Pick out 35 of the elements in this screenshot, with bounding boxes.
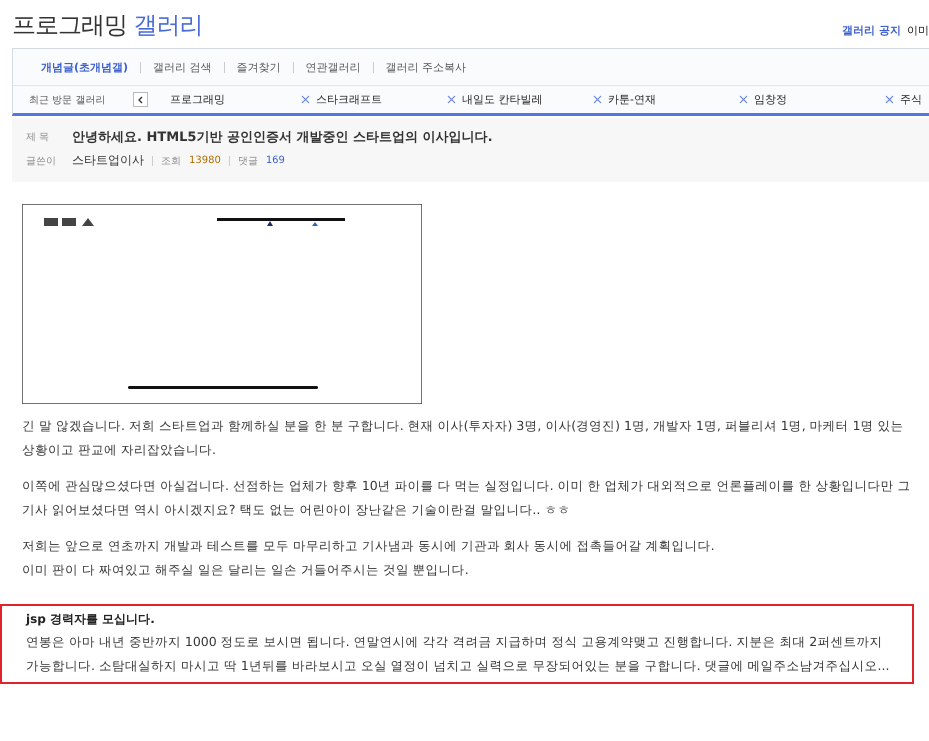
previous-button[interactable] (133, 92, 148, 107)
recent-gallery-link[interactable]: 내일도 칸타빌레 (462, 92, 542, 107)
field-label: 글쓴이 (26, 154, 57, 168)
close-icon[interactable] (885, 95, 894, 104)
highlight-heading: jsp 경력자를 모십니다. (26, 611, 156, 628)
close-icon[interactable] (739, 95, 748, 104)
recent-gallery-link[interactable]: 임창정 (754, 92, 787, 107)
close-icon[interactable] (593, 95, 602, 104)
close-icon[interactable] (447, 95, 456, 104)
recent-label: 최근 방문 갤러리 (29, 94, 106, 106)
nav-tab[interactable]: 갤러리 주소복사 (386, 60, 466, 74)
header-link[interactable]: 이미 (907, 23, 929, 38)
post-subject: 안녕하세요. HTML5기반 공인인증서 개발중인 스타트업의 이사입니다. (72, 129, 493, 146)
field-label: 댓글 (238, 154, 258, 168)
nav-tab[interactable]: 갤러리 검색 (153, 60, 212, 74)
recent-gallery-link[interactable]: 카툰-연재 (608, 92, 656, 107)
recent-gallery-link[interactable]: 스타크래프트 (316, 92, 382, 107)
field-label: 제 목 (26, 131, 50, 144)
recent-gallery-link[interactable]: 주식 (900, 92, 922, 107)
post-author: 스타트업이사 (72, 152, 144, 169)
field-label: 조회 (161, 154, 181, 168)
nav-tab[interactable]: 연관갤러리 (306, 60, 361, 74)
comment-count: 169 (266, 155, 285, 166)
highlight-text: 연봉은 아마 내년 중반까지 1000 정도로 보시면 됩니다. 연말연시에 각각 격려금 지급하며 정식 고용계약맺고 진행합니다. 지분은 최대 2퍼센트까지 가능합니다. 소탐대실하지 마시고 딱 1년뒤를 바라보시고 오실 열정이 넘치고 실력으로 무장되어있는 분을 구합니다. 댓글에 메일주소남겨주십시오... (26, 633, 890, 675)
nav-tab[interactable]: 개념글(초개념갤) (41, 60, 128, 74)
body-paragraph: 저희는 앞으로 연초까지 개발과 테스트를 모두 마무리하고 기사냄과 동시에 기관과 회사 동시에 접촉들어갈 계획입니다. 이미 판이 다 짜여있고 해주실 일은 달리는 일손 거들어주시는 것일 뿐입니다. (22, 537, 716, 579)
caret-icon (136, 96, 144, 104)
view-count: 13980 (189, 155, 221, 166)
nav-tab[interactable]: 즐겨찾기 (236, 60, 281, 74)
gallery-title: 프로그래밍 갤러리 (12, 10, 203, 40)
header-link[interactable]: 갤러리 공지 (842, 23, 901, 38)
body-paragraph: 이쪽에 관심많으셨다면 아실겁니다. 선점하는 업체가 향후 10년 파이를 다 먹는 실정입니다. 이미 한 업체가 대외적으로 언론플레이를 한 상황입니다만 그 기사 읽어보셨다면 역시 아시겠지요? 택도 없는 어린아이 장난같은 기술이란걸 말입니다.. ㅎㅎ (22, 477, 912, 519)
close-icon[interactable] (301, 95, 310, 104)
recent-gallery-link[interactable]: 프로그래밍 (170, 92, 225, 107)
body-paragraph: 긴 말 않겠습니다. 저희 스타트업과 함께하실 분을 한 분 구합니다. 현재 이사(투자자) 3명, 이사(경영진) 1명, 개발자 1명, 퍼블리셔 1명, 마케터 1명 있는 상황이고 판교에 자리잡았습니다. (22, 417, 905, 459)
